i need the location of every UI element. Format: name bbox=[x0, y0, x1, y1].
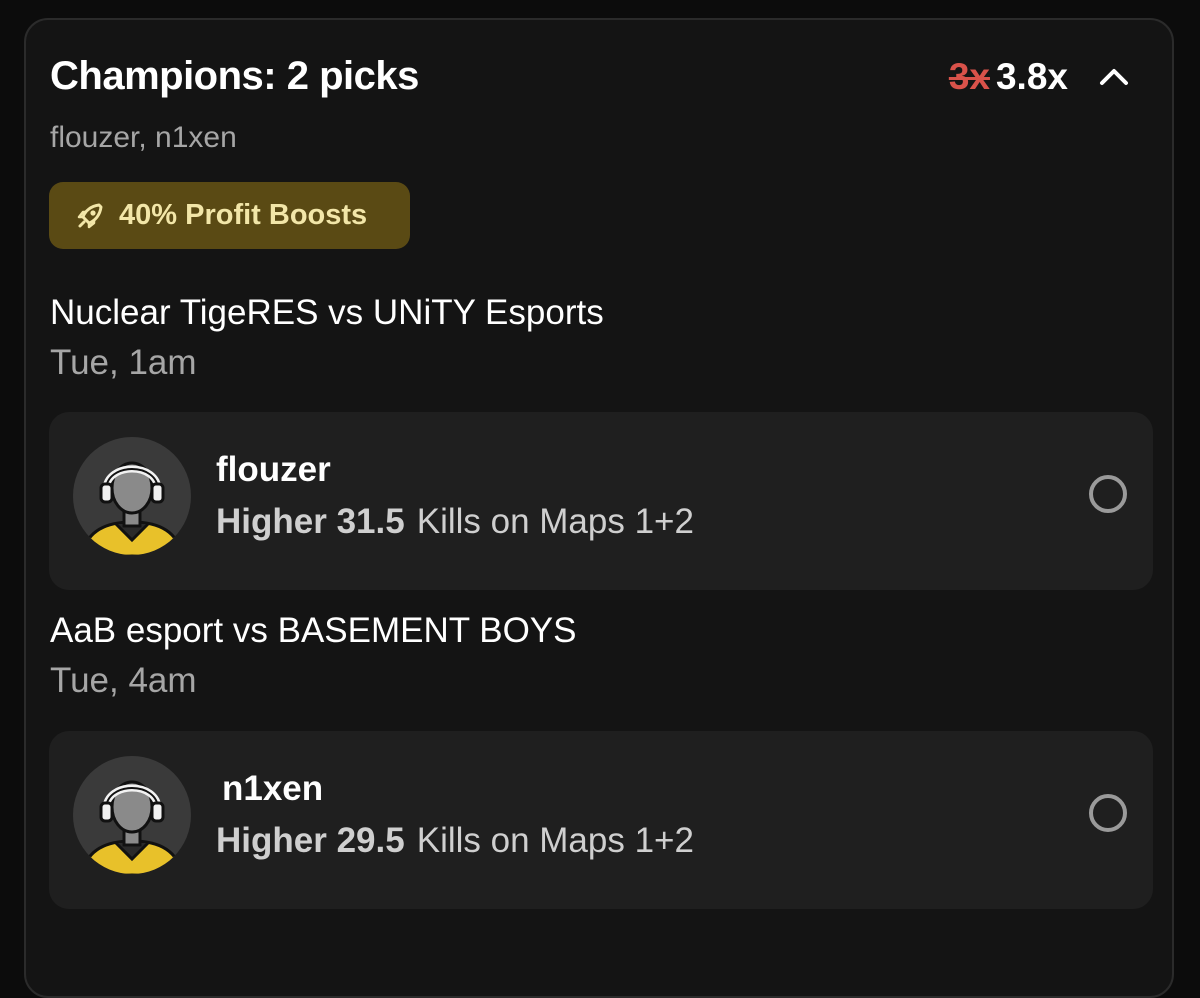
pick-card[interactable]: n1xen Higher 29.5 Kills on Maps 1+2 bbox=[49, 731, 1153, 909]
collapse-button[interactable] bbox=[1092, 58, 1136, 94]
pick-stat-type: Kills on Maps 1+2 bbox=[416, 821, 694, 860]
profit-boost-badge[interactable]: 40% Profit Boosts bbox=[49, 182, 410, 249]
pick-projection: Higher 29.5 Kills on Maps 1+2 bbox=[216, 819, 694, 863]
profit-boost-label: 40% Profit Boosts bbox=[119, 199, 368, 231]
match-time: Tue, 4am bbox=[50, 661, 197, 700]
pick-direction: Higher bbox=[216, 502, 327, 541]
entry-card: Champions: 2 picks 3x 3.8x flouzer, n1xen… bbox=[24, 18, 1174, 998]
pick-result-radio[interactable] bbox=[1089, 794, 1127, 832]
pick-result-radio[interactable] bbox=[1089, 475, 1127, 513]
player-name: n1xen bbox=[222, 769, 324, 808]
player-avatar-icon bbox=[73, 437, 191, 555]
pick-direction: Higher bbox=[216, 821, 327, 860]
rocket-icon bbox=[77, 203, 103, 228]
card-title: Champions: 2 picks bbox=[50, 54, 419, 98]
pick-line-value: 29.5 bbox=[336, 821, 405, 860]
payout-multiplier: 3x 3.8x bbox=[949, 54, 1068, 100]
match-time: Tue, 1am bbox=[50, 343, 197, 382]
boosted-multiplier: 3.8x bbox=[995, 56, 1068, 97]
pick-card[interactable]: flouzer Higher 31.5 Kills on Maps 1+2 bbox=[49, 412, 1153, 590]
pick-line-value: 31.5 bbox=[336, 502, 405, 541]
pick-projection: Higher 31.5 Kills on Maps 1+2 bbox=[216, 500, 694, 544]
original-multiplier: 3x bbox=[948, 56, 990, 97]
pick-stat-type: Kills on Maps 1+2 bbox=[416, 502, 694, 541]
match-title: Nuclear TigeRES vs UNiTY Esports bbox=[50, 293, 604, 332]
picked-players-summary: flouzer, n1xen bbox=[50, 121, 237, 154]
match-title: AaB esport vs BASEMENT BOYS bbox=[50, 611, 577, 650]
player-name: flouzer bbox=[216, 450, 331, 489]
chevron-up-icon bbox=[1100, 69, 1128, 85]
player-avatar-icon bbox=[73, 756, 191, 874]
